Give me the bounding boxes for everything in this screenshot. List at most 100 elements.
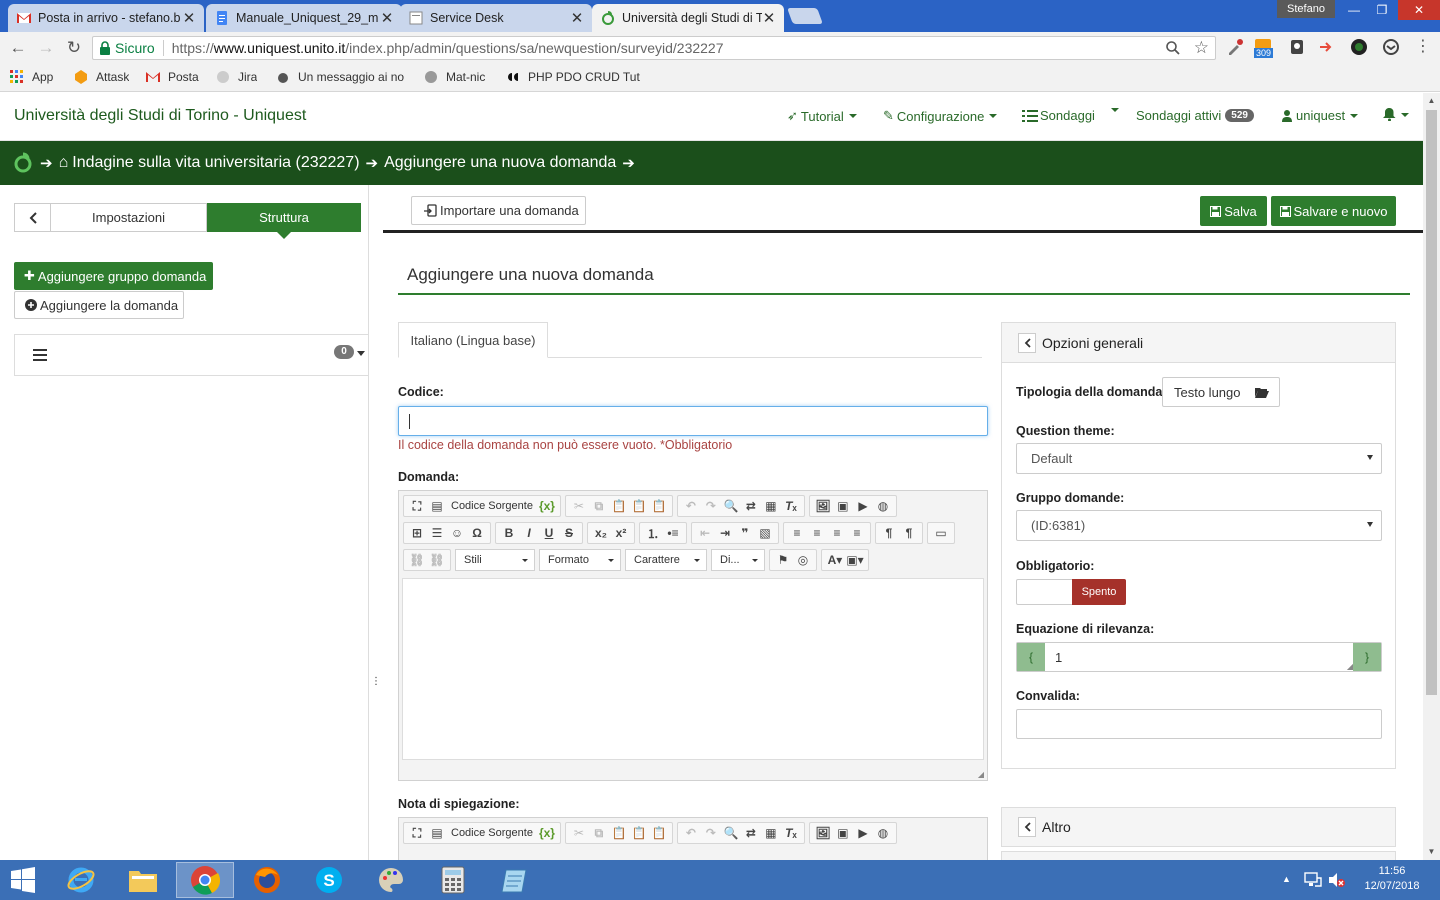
new-tab-button[interactable] [787, 8, 823, 24]
taskbar-skype[interactable]: S [300, 862, 358, 898]
volume-muted-icon[interactable] [1328, 872, 1346, 888]
taskbar-explorer[interactable] [114, 862, 172, 898]
breadcrumb-survey[interactable]: Indagine sulla vita universitaria (23222… [72, 154, 359, 172]
question-theme-select[interactable]: Default [1016, 443, 1382, 474]
expression-icon[interactable]: {x} [537, 497, 557, 515]
rtl-icon[interactable]: ¶ [899, 524, 919, 542]
extension-dropper-icon[interactable] [1226, 38, 1244, 56]
source-code-icon[interactable]: ▤ [427, 497, 447, 515]
paste-icon[interactable]: 📋 [609, 824, 629, 842]
redo-icon[interactable]: ↷ [701, 824, 721, 842]
close-tab-icon[interactable]: ✕ [380, 9, 394, 27]
save-button[interactable]: Salva [1200, 196, 1267, 226]
relevance-input[interactable]: 1 [1055, 650, 1062, 665]
bookmark-matnic[interactable]: Mat-nic [424, 70, 485, 84]
nav-sondaggi[interactable]: Sondaggi [1022, 108, 1095, 123]
hamburger-icon[interactable] [33, 349, 47, 361]
blockquote-icon[interactable]: ❞ [735, 524, 755, 542]
taskbar-calculator[interactable] [424, 862, 482, 898]
brand-title[interactable]: Università degli Studi di Torino - Uniqu… [14, 107, 306, 125]
minimize-icon[interactable]: — [1340, 0, 1368, 20]
table-icon[interactable]: ⊞ [407, 524, 427, 542]
browser-tab-gmail[interactable]: Posta in arrivo - stefano.b ✕ [8, 4, 204, 32]
reload-icon[interactable]: ↻ [64, 38, 84, 58]
nav-user[interactable]: uniquest [1282, 108, 1359, 123]
flash-icon[interactable]: ▣ [833, 497, 853, 515]
anchor-icon[interactable]: ⚑ [773, 551, 793, 569]
bookmark-posta[interactable]: Posta [146, 70, 199, 84]
close-window-icon[interactable]: ✕ [1398, 0, 1440, 20]
styles-select[interactable]: Stili [455, 549, 535, 571]
scrollbar-thumb[interactable] [1426, 110, 1437, 695]
align-right-icon[interactable]: ≡ [827, 524, 847, 542]
taskbar-ie[interactable] [52, 862, 110, 898]
nav-notifications[interactable] [1383, 108, 1409, 121]
nav-sondaggi-attivi[interactable]: Sondaggi attivi 529 [1136, 108, 1254, 123]
close-tab-icon[interactable]: ✕ [570, 9, 584, 27]
bookmark-jira[interactable]: Jira [216, 70, 257, 84]
iframe-icon[interactable]: ◍ [873, 824, 893, 842]
size-select[interactable]: Di... [711, 549, 765, 571]
question-type-button[interactable]: Testo lungo [1162, 377, 1280, 407]
cut-icon[interactable]: ✂ [569, 824, 589, 842]
nav-tutorial[interactable]: ➶ Tutorial [787, 108, 857, 124]
outdent-icon[interactable]: ⇤ [695, 524, 715, 542]
browser-tab-servicedesk[interactable]: Service Desk ✕ [400, 4, 592, 32]
close-tab-icon[interactable]: ✕ [762, 9, 776, 27]
zoom-icon[interactable] [1165, 40, 1181, 56]
bullet-list-icon[interactable]: •≡ [663, 524, 683, 542]
extension-sync-icon[interactable] [1382, 38, 1400, 56]
special-char-icon[interactable]: Ω [467, 524, 487, 542]
video-icon[interactable]: ▶ [853, 497, 873, 515]
source-code-icon[interactable]: ▤ [427, 824, 447, 842]
ltr-icon[interactable]: ¶ [879, 524, 899, 542]
tab-struttura[interactable]: Struttura [207, 203, 361, 239]
bookmark-php[interactable]: PHP PDO CRUD Tut [506, 70, 646, 84]
italic-icon[interactable]: I [519, 524, 539, 542]
select-all-icon[interactable]: ▦ [761, 497, 781, 515]
scroll-up-icon[interactable]: ▲ [1423, 93, 1440, 109]
address-bar[interactable]: Sicuro https://www.uniquest.unito.it/ind… [92, 36, 1216, 60]
extension-shield-icon[interactable] [1288, 38, 1306, 56]
font-select[interactable]: Carattere [625, 549, 707, 571]
cut-icon[interactable]: ✂ [569, 497, 589, 515]
back-icon[interactable]: ← [8, 38, 28, 58]
taskbar-firefox[interactable] [238, 862, 296, 898]
strike-icon[interactable]: S [559, 524, 579, 542]
replace-icon[interactable]: ⇄ [741, 497, 761, 515]
find-icon[interactable]: 🔍 [721, 497, 741, 515]
source-code-button[interactable]: Codice Sorgente [447, 827, 537, 839]
code-input[interactable] [398, 406, 988, 436]
maximize-icon[interactable]: ⛶ [407, 824, 427, 842]
general-options-header[interactable]: Opzioni generali [1002, 323, 1395, 363]
bookmark-apps[interactable]: App [10, 70, 53, 84]
tab-impostazioni[interactable]: Impostazioni [51, 203, 207, 232]
expression-icon[interactable]: {x} [537, 824, 557, 842]
format-select[interactable]: Formato [539, 549, 621, 571]
add-question-group-button[interactable]: ✚ Aggiungere gruppo domanda [14, 262, 213, 290]
network-icon[interactable] [1304, 872, 1322, 888]
uniquest-logo-icon[interactable] [12, 152, 34, 174]
copy-icon[interactable]: ⧉ [589, 497, 609, 515]
language-icon[interactable]: ◎ [793, 551, 813, 569]
paste-icon[interactable]: 📋 [609, 497, 629, 515]
close-tab-icon[interactable]: ✕ [182, 9, 196, 27]
indent-icon[interactable]: ⇥ [715, 524, 735, 542]
replace-icon[interactable]: ⇄ [741, 824, 761, 842]
align-center-icon[interactable]: ≡ [807, 524, 827, 542]
restore-icon[interactable]: ❐ [1368, 0, 1396, 20]
menu-kebab-icon[interactable]: ⋮ [1414, 38, 1432, 56]
question-group-select[interactable]: (ID:6381) [1016, 510, 1382, 541]
tab-language-base[interactable]: Italiano (Lingua base) [398, 322, 548, 358]
tray-expand-icon[interactable]: ▲ [1282, 874, 1291, 884]
image-icon[interactable]: 🖼 [813, 824, 833, 842]
align-justify-icon[interactable]: ≡ [847, 524, 867, 542]
extension-circle-icon[interactable] [1350, 38, 1368, 56]
horizontal-rule-icon[interactable]: ☰ [427, 524, 447, 542]
start-button[interactable] [0, 862, 46, 898]
bold-icon[interactable]: B [499, 524, 519, 542]
page-scrollbar[interactable]: ▲ ▼ [1423, 93, 1440, 860]
copy-icon[interactable]: ⧉ [589, 824, 609, 842]
collapse-sidebar-button[interactable] [14, 203, 51, 232]
paste-text-icon[interactable]: 📋 [629, 497, 649, 515]
